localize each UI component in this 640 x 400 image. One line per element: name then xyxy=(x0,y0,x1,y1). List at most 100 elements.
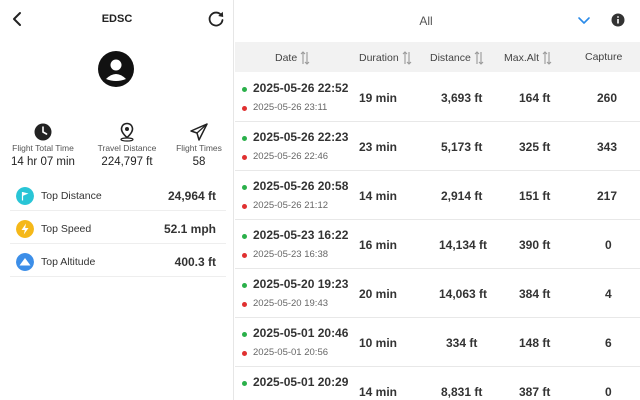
distance-cell: 3,693 ft xyxy=(441,91,483,105)
max-alt-cell: 148 ft xyxy=(519,336,551,350)
table-row[interactable]: 2025-05-26 22:23 2025-05-26 22:46 23 min… xyxy=(235,122,640,171)
start-dot xyxy=(242,185,247,190)
table-row[interactable]: 2025-05-23 16:22 2025-05-23 16:38 16 min… xyxy=(235,220,640,269)
capture-cell: 4 xyxy=(605,287,612,301)
stat-label: Travel Distance xyxy=(97,143,157,153)
distance-cell: 5,173 ft xyxy=(441,140,483,154)
end-time: 2025-05-01 20:56 xyxy=(253,347,329,358)
location-pin-icon xyxy=(120,122,134,142)
stat-value: 224,797 ft xyxy=(101,156,153,168)
duration-cell: 10 min xyxy=(359,336,398,350)
start-time: 2025-05-20 19:23 xyxy=(253,277,349,291)
clock-icon xyxy=(34,123,52,141)
end-time: 2025-05-26 22:46 xyxy=(253,151,329,162)
duration-cell: 20 min xyxy=(359,287,398,301)
capture-cell: 343 xyxy=(597,140,618,154)
sort-icon[interactable] xyxy=(300,51,310,65)
duration-cell: 14 min xyxy=(359,189,398,203)
end-dot xyxy=(242,253,247,258)
max-alt-cell: 390 ft xyxy=(519,238,551,252)
table-row[interactable]: 2025-05-20 19:23 2025-05-20 19:43 20 min… xyxy=(235,269,640,318)
end-time: 2025-05-26 23:11 xyxy=(253,102,328,113)
sort-icon[interactable] xyxy=(402,51,412,65)
duration-cell: 16 min xyxy=(359,238,398,252)
filter-dropdown[interactable]: All xyxy=(235,0,640,42)
column-date[interactable]: Date xyxy=(275,51,310,65)
start-dot xyxy=(242,234,247,239)
column-duration[interactable]: Duration xyxy=(359,51,412,65)
column-label: Max.Alt xyxy=(504,51,540,64)
mountain-icon xyxy=(16,253,34,271)
capture-cell: 6 xyxy=(605,336,612,350)
metric-top-speed: Top Speed 52.1 mph xyxy=(10,214,226,244)
stat-flight-times: Flight Times 58 xyxy=(160,122,238,168)
flight-stats: Flight Total Time 14 hr 07 min Travel Di… xyxy=(0,122,234,172)
end-time: 2025-05-26 21:12 xyxy=(253,200,329,211)
max-alt-cell: 164 ft xyxy=(519,91,551,105)
filter-value[interactable]: All xyxy=(235,14,617,28)
end-dot xyxy=(242,351,247,356)
table-header: Date Duration Distance Max.Alt Capture xyxy=(235,42,640,72)
stat-label: Flight Times xyxy=(176,143,222,153)
start-dot xyxy=(242,87,247,92)
duration-cell: 23 min xyxy=(359,140,398,154)
start-time: 2025-05-01 20:29 xyxy=(253,375,349,389)
stat-flight-total-time: Flight Total Time 14 hr 07 min xyxy=(4,122,82,168)
duration-cell: 14 min xyxy=(359,385,398,399)
start-time: 2025-05-26 20:58 xyxy=(253,179,349,193)
max-alt-cell: 151 ft xyxy=(519,189,551,203)
sort-icon[interactable] xyxy=(474,51,484,65)
start-dot xyxy=(242,381,247,386)
start-time: 2025-05-01 20:46 xyxy=(253,326,349,340)
capture-cell: 0 xyxy=(605,238,612,252)
metric-label: Top Altitude xyxy=(41,256,96,268)
refresh-icon[interactable] xyxy=(206,9,226,29)
metric-top-distance: Top Distance 24,964 ft xyxy=(10,181,226,211)
distance-cell: 14,134 ft xyxy=(439,238,488,252)
table-row[interactable]: 2025-05-01 20:29 14 min 8,831 ft 387 ft … xyxy=(235,367,640,400)
flag-icon xyxy=(16,187,34,205)
start-time: 2025-05-23 16:22 xyxy=(253,228,349,242)
chevron-down-icon[interactable] xyxy=(577,13,591,27)
lightning-icon xyxy=(16,220,34,238)
metric-label: Top Distance xyxy=(41,190,102,202)
distance-cell: 2,914 ft xyxy=(441,189,483,203)
duration-cell: 19 min xyxy=(359,91,398,105)
top-bar: EDSC xyxy=(0,0,234,38)
avatar xyxy=(98,51,134,87)
start-time: 2025-05-26 22:23 xyxy=(253,130,349,144)
metric-value: 400.3 ft xyxy=(174,255,216,269)
column-label: Duration xyxy=(359,51,399,64)
metric-top-altitude: Top Altitude 400.3 ft xyxy=(10,247,226,277)
info-icon[interactable] xyxy=(611,13,625,27)
metric-value: 24,964 ft xyxy=(167,189,216,203)
capture-cell: 0 xyxy=(605,385,612,399)
max-alt-cell: 387 ft xyxy=(519,385,551,399)
table-row[interactable]: 2025-05-01 20:46 2025-05-01 20:56 10 min… xyxy=(235,318,640,367)
distance-cell: 8,831 ft xyxy=(441,385,483,399)
distance-cell: 334 ft xyxy=(446,336,478,350)
metric-value: 52.1 mph xyxy=(163,222,216,236)
column-label: Capture xyxy=(585,51,623,63)
column-label: Date xyxy=(275,51,298,64)
max-alt-cell: 325 ft xyxy=(519,140,551,154)
end-time: 2025-05-23 16:38 xyxy=(253,249,329,260)
stat-value: 58 xyxy=(192,156,206,168)
column-capture: Capture xyxy=(585,51,622,63)
metric-label: Top Speed xyxy=(41,223,92,235)
start-dot xyxy=(242,283,247,288)
table-row[interactable]: 2025-05-26 20:58 2025-05-26 21:12 14 min… xyxy=(235,171,640,220)
table-row[interactable]: 2025-05-26 22:52 2025-05-26 23:11 19 min… xyxy=(235,73,640,122)
capture-cell: 217 xyxy=(597,189,618,203)
column-distance[interactable]: Distance xyxy=(430,51,484,65)
column-max-alt[interactable]: Max.Alt xyxy=(504,51,552,65)
end-dot xyxy=(242,155,247,160)
capture-cell: 260 xyxy=(597,91,618,105)
sort-icon[interactable] xyxy=(542,51,552,65)
end-dot xyxy=(242,106,247,111)
start-dot xyxy=(242,136,247,141)
end-time: 2025-05-20 19:43 xyxy=(253,298,329,309)
start-time: 2025-05-26 22:52 xyxy=(253,81,349,95)
flight-records-panel: All Date Duration Distance Max.Alt Captu… xyxy=(235,0,640,400)
max-alt-cell: 384 ft xyxy=(519,287,551,301)
